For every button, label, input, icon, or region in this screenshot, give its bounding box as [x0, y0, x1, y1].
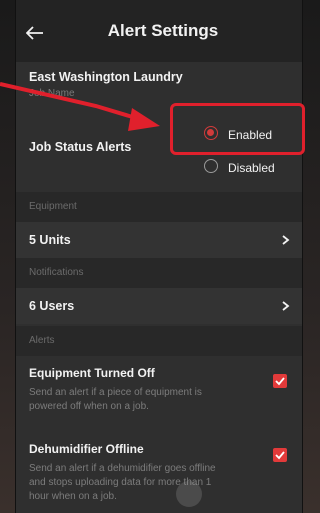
- annotation-arrow-icon: [0, 82, 160, 131]
